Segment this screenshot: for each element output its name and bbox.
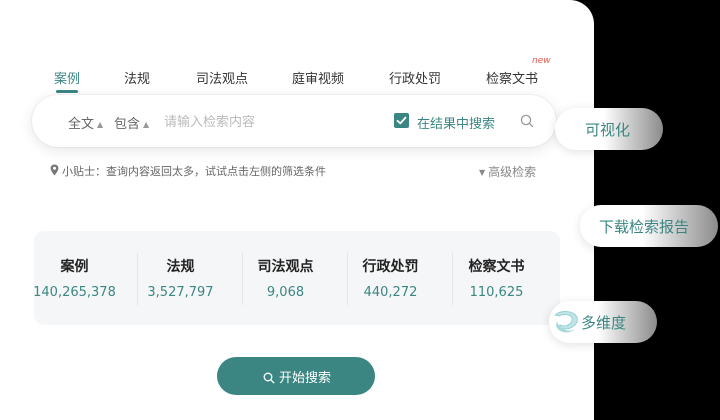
stat-label: 检察文书 xyxy=(468,259,525,275)
tip-text: 小贴士：查询内容返回太多，试试点击左侧的筛选条件 xyxy=(62,165,326,178)
stat-value: 3,527,797 xyxy=(147,285,214,300)
swirl-logo-icon xyxy=(551,307,581,341)
download-report-label: 下载检索报告 xyxy=(599,218,690,236)
tab-regulations[interactable]: 法规 xyxy=(124,68,150,87)
location-pin-icon xyxy=(50,164,59,179)
triangle-down-icon: ▼ xyxy=(479,168,486,177)
category-tabs: 案例 法规 司法观点 庭审视频 行政处罚 检察文书 xyxy=(0,58,594,98)
download-report-button[interactable]: 下载检索报告 xyxy=(580,205,718,247)
match-select-value: 包含 xyxy=(114,117,141,132)
stat-judicial-views[interactable]: 司法观点 9,068 xyxy=(233,231,338,325)
tab-cases[interactable]: 案例 xyxy=(54,68,80,87)
check-icon xyxy=(396,116,407,125)
new-badge: new xyxy=(532,56,551,66)
advanced-search-link[interactable]: ▼ 高级检索 xyxy=(479,163,536,180)
tab-judicial-views[interactable]: 司法观点 xyxy=(196,68,248,87)
visualize-button[interactable]: 可视化 xyxy=(555,108,663,150)
stat-value: 140,265,378 xyxy=(33,285,116,300)
sort-arrows-icon: ▲ xyxy=(97,120,104,129)
stat-label: 司法观点 xyxy=(257,259,314,275)
stat-value: 9,068 xyxy=(266,285,305,300)
search-icon[interactable] xyxy=(520,113,534,132)
stat-value: 110,625 xyxy=(469,285,524,300)
stat-administrative-penalties[interactable]: 行政处罚 440,272 xyxy=(338,231,443,325)
tab-procuratorial-documents[interactable]: 检察文书 xyxy=(486,68,538,87)
active-tab-indicator xyxy=(56,90,78,93)
stat-label: 案例 xyxy=(60,259,89,275)
match-select[interactable]: 包含 ▲ xyxy=(114,113,149,132)
stat-procuratorial-documents[interactable]: 检察文书 110,625 xyxy=(444,231,549,325)
sort-arrows-icon: ▲ xyxy=(143,120,150,129)
search-tip: 小贴士：查询内容返回太多，试试点击左侧的筛选条件 xyxy=(50,163,326,179)
stat-label: 法规 xyxy=(166,259,195,275)
stat-value: 440,272 xyxy=(363,285,418,300)
search-bar: 全文▲ 包含▲ 在结果中搜索 xyxy=(32,95,556,147)
search-in-results-checkbox[interactable] xyxy=(394,113,409,128)
search-panel: 案例 法规 司法观点 庭审视频 行政处罚 检察文书 new 全文▲ 包含▲ 在结… xyxy=(0,0,594,420)
advanced-search-label: 高级检索 xyxy=(488,165,537,179)
stats-panel: 案例 140,265,378 法规 3,527,797 司法观点 9,068 行… xyxy=(33,231,560,325)
scope-select[interactable]: 全文 ▲ xyxy=(68,113,103,132)
search-input[interactable] xyxy=(162,109,386,135)
stat-regulations[interactable]: 法规 3,527,797 xyxy=(128,231,233,325)
stat-cases[interactable]: 案例 140,265,378 xyxy=(22,231,127,325)
multi-dimension-button[interactable]: 多维度 xyxy=(549,301,657,343)
stat-label: 行政处罚 xyxy=(362,259,419,275)
start-search-button[interactable]: 开始搜索 xyxy=(217,357,375,395)
start-search-label: 开始搜索 xyxy=(279,371,332,386)
search-in-results-label[interactable]: 在结果中搜索 xyxy=(417,113,495,132)
scope-select-value: 全文 xyxy=(68,117,95,132)
visualize-label: 可视化 xyxy=(585,121,631,139)
search-icon xyxy=(263,369,275,388)
tab-administrative-penalties[interactable]: 行政处罚 xyxy=(389,68,441,87)
tab-trial-videos[interactable]: 庭审视频 xyxy=(292,68,344,87)
multi-dimension-label: 多维度 xyxy=(581,314,627,332)
